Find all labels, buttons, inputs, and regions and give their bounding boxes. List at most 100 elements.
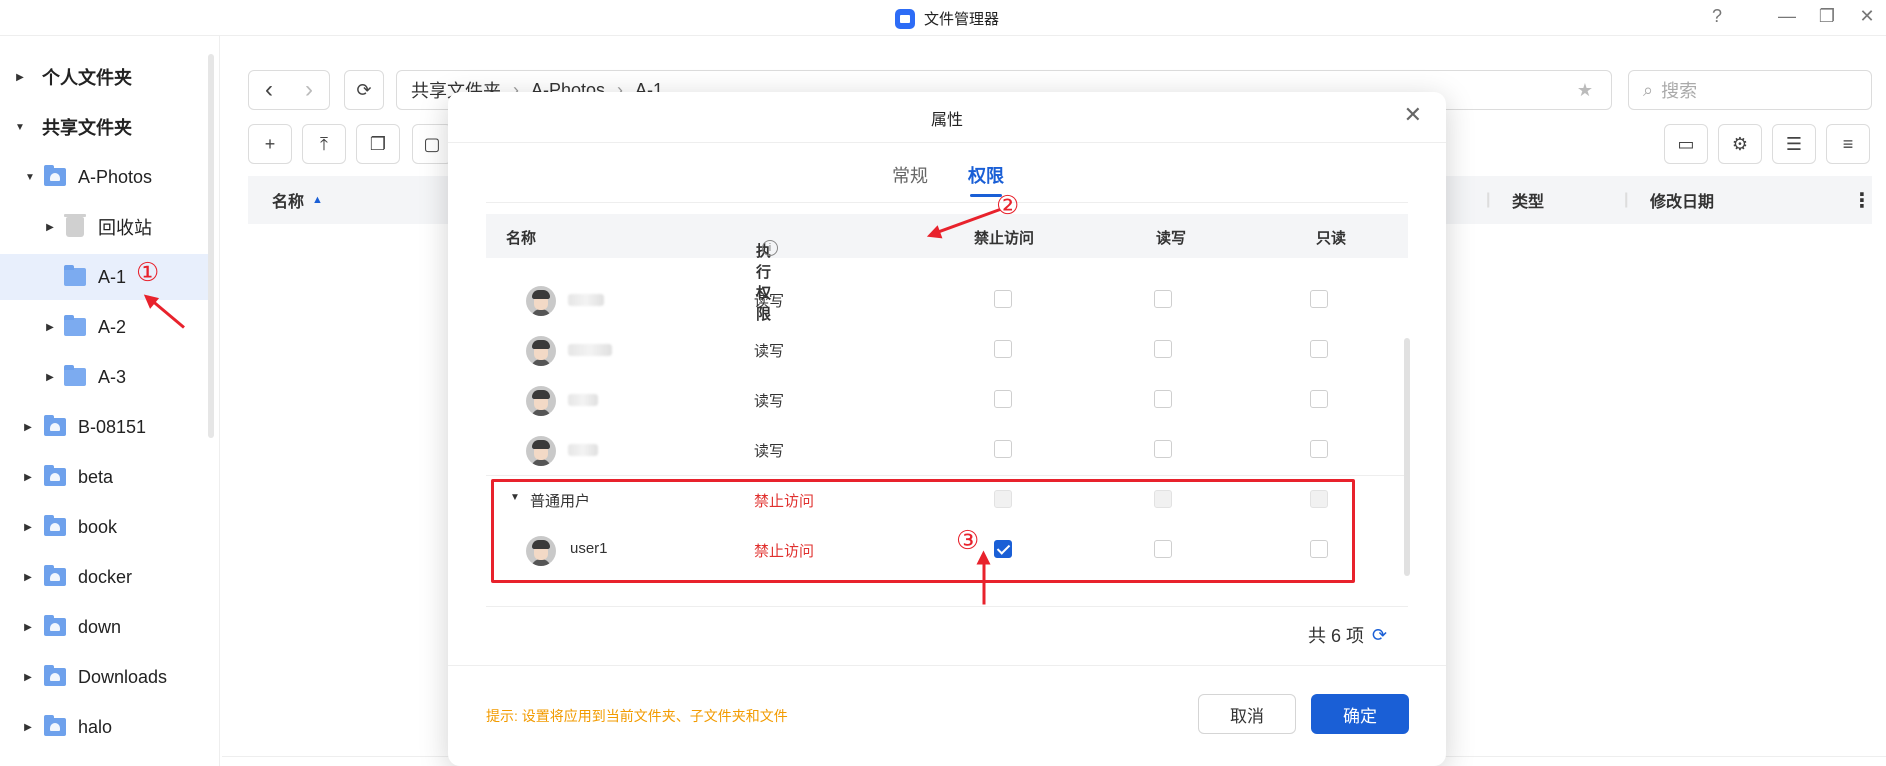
upload-button[interactable]: ⤒ [302, 124, 346, 164]
sidebar-label: 个人文件夹 [42, 68, 132, 88]
star-icon[interactable]: ★ [1577, 80, 1593, 101]
caret-right-icon: ▶ [24, 671, 32, 683]
deny-checkbox[interactable] [994, 440, 1012, 458]
sidebar-label: A-Photos [78, 166, 153, 187]
copy-button[interactable]: ❐ [356, 124, 400, 164]
read-only-checkbox[interactable] [1310, 440, 1328, 458]
permission-table-header: 名称 执行权限 i 禁止访问 读写 只读 [486, 214, 1408, 323]
search-input[interactable]: ⌕ 搜索 [1628, 70, 1872, 110]
restore-icon[interactable]: ❐ [1815, 6, 1839, 27]
item-count: 共 6 项 ⟳ [1308, 622, 1387, 648]
sidebar-label: 回收站 [98, 218, 152, 238]
table-row: 读写 [486, 274, 1408, 324]
hint-text: 提示: 设置将应用到当前文件夹、子文件夹和文件 [486, 708, 788, 724]
read-only-checkbox[interactable] [1310, 340, 1328, 358]
sidebar-item-a-1[interactable]: A-1 [0, 254, 208, 300]
docker-folder-icon [44, 565, 66, 586]
caret-down-icon: ▼ [15, 121, 25, 133]
divider [448, 142, 1446, 143]
read-write-checkbox[interactable] [1154, 390, 1172, 408]
read-only-checkbox[interactable] [1310, 390, 1328, 408]
exec-permission: 读写 [754, 293, 785, 310]
deny-checkbox[interactable] [994, 290, 1012, 308]
column-read-only: 只读 [1316, 230, 1347, 247]
sidebar-item-docker[interactable]: ▶ docker [0, 554, 208, 600]
forward-icon[interactable]: › [305, 76, 313, 104]
sidebar-item-downloads[interactable]: ▶ Downloads [0, 654, 208, 700]
avatar [526, 436, 556, 466]
sidebar-label: down [78, 616, 122, 637]
column-modified[interactable]: 修改日期 [1650, 188, 1714, 212]
refresh-icon: ⟳ [356, 79, 372, 100]
dialog-scrollbar[interactable] [1404, 338, 1410, 576]
ok-button[interactable]: 确定 [1311, 694, 1409, 734]
sidebar-item-shared[interactable]: ▼ 共享文件夹 [0, 104, 208, 150]
avatar [526, 336, 556, 366]
caret-right-icon: ▶ [24, 621, 32, 633]
dialog-close-icon[interactable]: ✕ [1404, 102, 1422, 128]
sidebar-item-a-3[interactable]: ▶ A-3 [0, 354, 208, 400]
caret-down-icon: ▼ [25, 171, 35, 183]
paste-button[interactable]: ▢ [412, 124, 452, 164]
help-icon[interactable]: ? [1705, 6, 1729, 27]
read-write-checkbox[interactable] [1154, 290, 1172, 308]
shared-folder-icon [44, 715, 66, 736]
briefcase-button[interactable]: ▭ [1664, 124, 1708, 164]
read-write-checkbox[interactable] [1154, 340, 1172, 358]
refresh-icon[interactable]: ⟳ [1372, 625, 1387, 646]
properties-dialog: 属性 ✕ 常规 权限 名称 执行权限i 禁止访问 读写 只读 读写 读写 读写 [448, 92, 1446, 766]
deny-checkbox[interactable] [994, 340, 1012, 358]
sort-arrow-icon[interactable]: ▲ [312, 194, 323, 206]
sidebar-label: A-1 [98, 266, 127, 287]
add-button[interactable]: + [248, 124, 292, 164]
dialog-title: 属性 [930, 112, 963, 129]
item-count-text: 共 6 项 [1308, 626, 1365, 646]
caret-right-icon: ▶ [24, 571, 32, 583]
sidebar-label: A-3 [98, 366, 127, 387]
divider [448, 665, 1446, 666]
sidebar-item-b-08151[interactable]: ▶ B-08151 [0, 404, 208, 450]
tab-permissions[interactable]: 权限 [968, 162, 1004, 188]
caret-right-icon: ▶ [46, 321, 54, 333]
refresh-button[interactable]: ⟳ [344, 70, 384, 110]
avatar [526, 386, 556, 416]
tab-general[interactable]: 常规 [892, 162, 928, 188]
sidebar-item-book[interactable]: ▶ book [0, 504, 208, 550]
sidebar-item-recycle-bin[interactable]: ▶ 回收站 [0, 204, 208, 250]
sidebar-item-a-2[interactable]: ▶ A-2 [0, 304, 208, 350]
shared-folder-icon [44, 665, 66, 686]
annotation-marker-2: ② [996, 191, 1020, 221]
settings-button[interactable]: ⚙ [1718, 124, 1762, 164]
column-name[interactable]: 名称 [272, 188, 304, 212]
read-only-checkbox[interactable] [1310, 290, 1328, 308]
app-title-text: 文件管理器 [924, 11, 1000, 28]
caret-right-icon: ▶ [46, 371, 54, 383]
sidebar-item-personal[interactable]: ▶ 个人文件夹 [0, 54, 208, 100]
read-write-checkbox[interactable] [1154, 440, 1172, 458]
sidebar-scrollbar[interactable] [208, 54, 214, 438]
info-icon[interactable]: i [762, 240, 778, 256]
deny-checkbox[interactable] [994, 390, 1012, 408]
blurred-username [568, 444, 598, 456]
back-icon[interactable]: ‹ [265, 76, 273, 104]
close-icon[interactable]: ✕ [1855, 6, 1879, 27]
sidebar-item-beta[interactable]: ▶ beta [0, 454, 208, 500]
view-mode-button[interactable]: ☰ [1772, 124, 1816, 164]
title-bar: 文件管理器 ? — ❐ ✕ [0, 0, 1886, 36]
sidebar-item-a-photos[interactable]: ▼ A-Photos [0, 154, 208, 200]
minimize-icon[interactable]: — [1775, 6, 1799, 27]
folder-icon [64, 365, 86, 386]
more-icon[interactable]: ⋮ [1852, 188, 1872, 213]
sidebar-item-down[interactable]: ▶ down [0, 604, 208, 650]
divider [486, 606, 1408, 607]
search-placeholder: 搜索 [1661, 81, 1698, 101]
sidebar-label: B-08151 [78, 416, 147, 437]
copy-icon: ❐ [369, 133, 387, 154]
search-icon: ⌕ [1643, 79, 1654, 100]
column-type[interactable]: 类型 [1512, 188, 1544, 212]
blurred-username [568, 294, 604, 306]
sort-button[interactable]: ≡ [1826, 124, 1870, 164]
cancel-button[interactable]: 取消 [1198, 694, 1296, 734]
column-deny: 禁止访问 [974, 230, 1035, 247]
sidebar-item-halo[interactable]: ▶ halo [0, 704, 208, 750]
